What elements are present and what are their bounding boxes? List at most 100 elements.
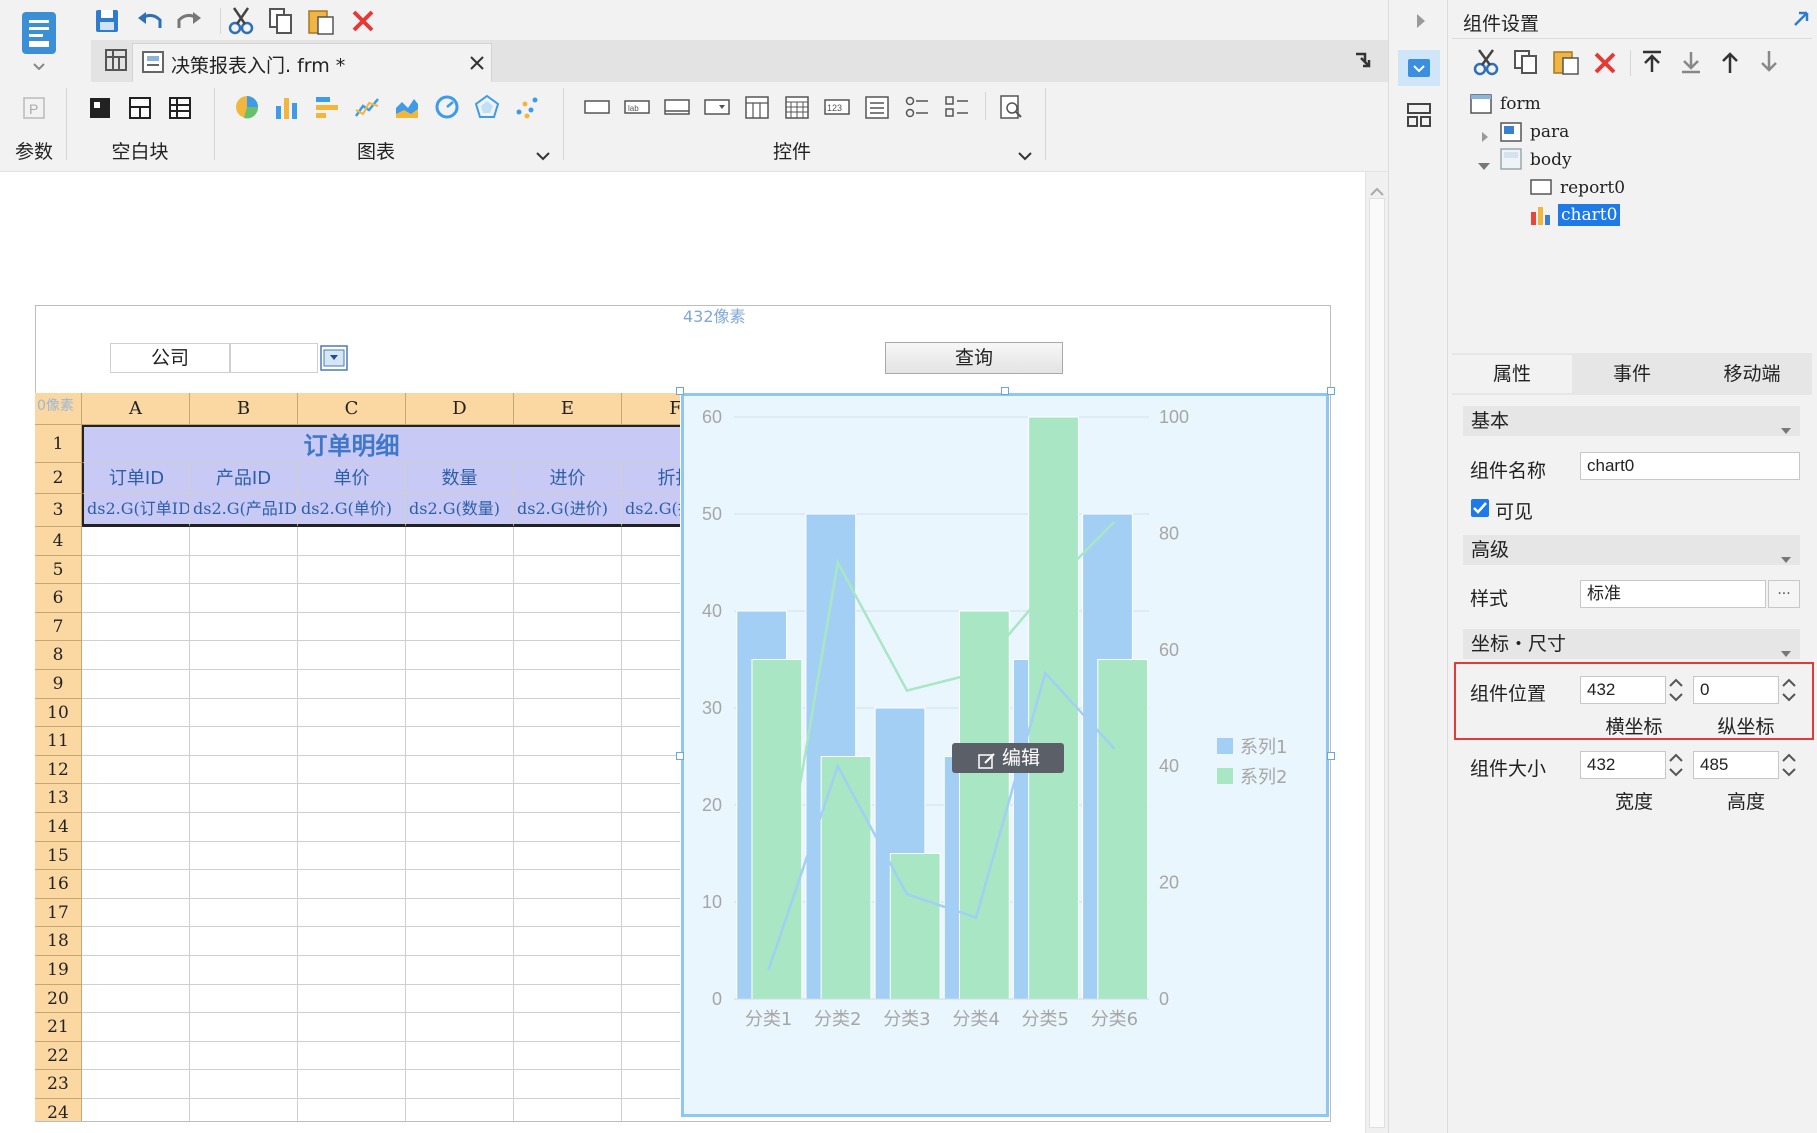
empty-cell[interactable]: [298, 784, 406, 813]
empty-cell[interactable]: [514, 641, 622, 670]
empty-cell[interactable]: [406, 555, 514, 585]
app-logo-icon[interactable]: [20, 10, 58, 71]
empty-cell[interactable]: [514, 813, 622, 842]
undo-icon[interactable]: [136, 8, 164, 34]
empty-cell[interactable]: [622, 842, 680, 871]
empty-cell[interactable]: [298, 755, 406, 785]
panel-copy-icon[interactable]: [1512, 48, 1540, 76]
empty-cell[interactable]: [622, 870, 680, 899]
radio-group-widget-icon[interactable]: [904, 94, 930, 120]
button-widget-icon[interactable]: [664, 96, 690, 118]
row-header[interactable]: 21: [35, 1013, 82, 1042]
empty-cell[interactable]: [622, 670, 680, 699]
empty-cell[interactable]: [82, 612, 190, 642]
move-up-icon[interactable]: [1718, 49, 1742, 75]
empty-cell[interactable]: [298, 584, 406, 613]
pos-x-spinner-icon[interactable]: [1667, 676, 1685, 704]
empty-cell[interactable]: [190, 1013, 298, 1042]
row-header[interactable]: 17: [35, 898, 82, 928]
empty-cell[interactable]: [298, 727, 406, 756]
number-widget-icon[interactable]: 123: [824, 96, 850, 118]
canvas-vertical-scrollbar[interactable]: [1365, 172, 1388, 1133]
panel-delete-icon[interactable]: [1592, 50, 1618, 76]
selection-handle[interactable]: [676, 387, 684, 395]
empty-cell[interactable]: [406, 641, 514, 670]
row-header[interactable]: 5: [35, 555, 82, 585]
empty-cell[interactable]: [82, 1099, 190, 1121]
pos-y-input[interactable]: 0: [1693, 676, 1779, 704]
empty-cell[interactable]: [298, 956, 406, 985]
header-cell[interactable]: 数量: [406, 463, 514, 494]
empty-cell[interactable]: [622, 1070, 680, 1099]
chart-more-chevron-icon[interactable]: [536, 144, 550, 161]
empty-cell[interactable]: [622, 899, 680, 928]
empty-cell[interactable]: [622, 927, 680, 956]
section-advanced[interactable]: 高级: [1463, 535, 1800, 565]
tab-document[interactable]: 决策报表入门. frm *: [132, 43, 492, 82]
calendar-widget-icon[interactable]: [784, 94, 810, 120]
empty-cell[interactable]: [514, 784, 622, 813]
empty-cell[interactable]: [190, 698, 298, 728]
tab-events[interactable]: 事件: [1572, 355, 1692, 393]
empty-cell[interactable]: [514, 1041, 622, 1071]
section-basic-chevron-icon[interactable]: [1780, 418, 1792, 434]
tree-node-form[interactable]: form: [1500, 94, 1541, 114]
empty-cell[interactable]: [622, 956, 680, 985]
empty-cell[interactable]: [190, 784, 298, 813]
empty-cell[interactable]: [190, 1070, 298, 1099]
empty-cell[interactable]: [514, 1070, 622, 1099]
empty-cell[interactable]: [82, 755, 190, 785]
collapse-arrow-icon[interactable]: [1416, 12, 1426, 28]
empty-cell[interactable]: [298, 927, 406, 956]
empty-cell[interactable]: [406, 612, 514, 642]
column-header[interactable]: E: [514, 393, 622, 425]
style-more-button[interactable]: ···: [1768, 580, 1800, 608]
empty-cell[interactable]: [82, 641, 190, 670]
row-header[interactable]: 15: [35, 841, 82, 871]
empty-cell[interactable]: [190, 612, 298, 642]
empty-cell[interactable]: [514, 984, 622, 1014]
empty-cell[interactable]: [622, 813, 680, 842]
empty-cell[interactable]: [82, 927, 190, 956]
radar-chart-icon[interactable]: [474, 94, 500, 120]
data-cell[interactable]: ds2.G(订单ID): [82, 494, 190, 527]
empty-cell[interactable]: [514, 670, 622, 699]
pie-chart-icon[interactable]: [234, 94, 260, 120]
empty-cell[interactable]: [298, 841, 406, 871]
empty-cell[interactable]: [82, 841, 190, 871]
section-basic[interactable]: 基本: [1463, 406, 1800, 436]
empty-cell[interactable]: [298, 1099, 406, 1121]
empty-cell[interactable]: [406, 670, 514, 699]
height-spinner-icon[interactable]: [1780, 751, 1798, 779]
widget-more-chevron-icon[interactable]: [1018, 144, 1032, 161]
section-advanced-chevron-icon[interactable]: [1780, 547, 1792, 563]
preview-widget-icon[interactable]: [998, 94, 1024, 120]
empty-cell[interactable]: [190, 670, 298, 699]
combo-dropdown-icon[interactable]: [320, 345, 348, 371]
column-header[interactable]: F: [622, 393, 680, 425]
empty-cell[interactable]: [190, 984, 298, 1014]
row-header[interactable]: 14: [35, 813, 82, 842]
selection-handle[interactable]: [1327, 387, 1335, 395]
empty-cell[interactable]: [298, 641, 406, 670]
collapse-toolbar-icon[interactable]: [1353, 50, 1373, 70]
empty-cell[interactable]: [406, 755, 514, 785]
style-input[interactable]: 标准: [1580, 580, 1766, 608]
empty-cell[interactable]: [190, 1041, 298, 1071]
report-grid-icon[interactable]: [104, 48, 128, 72]
column-header[interactable]: A: [82, 393, 190, 425]
expand-para-icon[interactable]: [1480, 126, 1490, 142]
empty-cell[interactable]: [406, 841, 514, 871]
pin-panel-icon[interactable]: [1792, 10, 1810, 28]
empty-cell[interactable]: [82, 956, 190, 985]
empty-cell[interactable]: [406, 870, 514, 899]
edit-badge[interactable]: 编辑: [952, 743, 1064, 773]
empty-cell[interactable]: [622, 1013, 680, 1042]
empty-cell[interactable]: [622, 527, 680, 556]
delete-icon[interactable]: [350, 8, 376, 34]
copy-icon[interactable]: [267, 6, 295, 36]
empty-cell[interactable]: [406, 927, 514, 956]
table-title-cell[interactable]: 订单明细: [82, 425, 680, 463]
empty-cell[interactable]: [82, 984, 190, 1014]
empty-cell[interactable]: [298, 984, 406, 1014]
